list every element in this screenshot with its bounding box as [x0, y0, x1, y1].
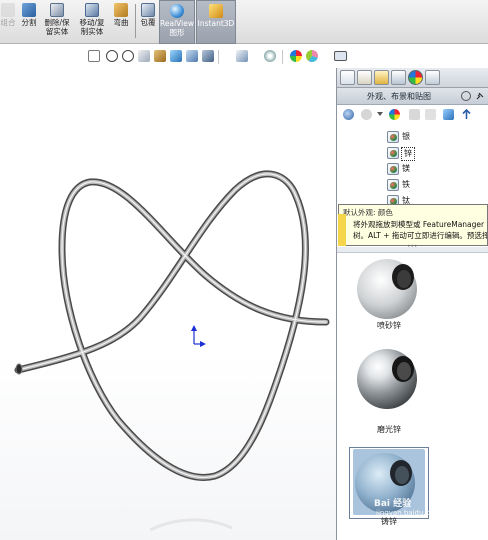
graphics-area[interactable]: [0, 68, 336, 540]
hide-show-icon[interactable]: [236, 50, 248, 62]
add-folder-icon[interactable]: [409, 109, 420, 120]
baidu-jingyan-watermark: Bai 经验 jingyan.baidu.com: [364, 496, 488, 522]
monitor-icon[interactable]: [334, 51, 347, 61]
tooltip-accent-bar: [338, 214, 346, 246]
split-button[interactable]: 分割: [18, 0, 40, 44]
move-copy-icon: [85, 3, 99, 17]
delete-keep-body-button[interactable]: 删除/保 留实体: [42, 0, 72, 44]
appearance-tree: 银 锌 镁 铁 钛: [337, 126, 488, 206]
appearance-folder-icon: [387, 163, 399, 175]
instant3d-label: Instant3D: [197, 19, 235, 28]
appearance-folder-icon: [387, 147, 399, 159]
realview-graphics-button[interactable]: RealView 图形: [159, 0, 195, 44]
apply-scene-icon[interactable]: [290, 50, 302, 62]
custom-properties-icon[interactable]: [425, 70, 440, 85]
previous-view-icon[interactable]: [138, 50, 150, 62]
split-icon: [22, 3, 36, 17]
flex-button[interactable]: 弯曲: [110, 0, 132, 44]
tooltip-header: 默认外观: 颜色: [343, 208, 393, 217]
library-icon[interactable]: [357, 70, 372, 85]
delete-keep-label-2: 留实体: [45, 27, 69, 36]
realview-label-1: RealView: [160, 19, 194, 28]
view-settings-icon[interactable]: [306, 50, 318, 62]
tree-item-label: 铁: [402, 180, 410, 189]
split-label: 分割: [21, 18, 37, 27]
dynamic-annotation-icon[interactable]: [170, 50, 182, 62]
sandblasted-zinc-preview: [353, 255, 425, 321]
move-copy-label-1: 移动/复: [79, 18, 105, 27]
tooltip-line-2: 树。ALT + 拖动可立即进行编辑。预选择: [353, 231, 488, 240]
flex-label: 弯曲: [113, 18, 129, 27]
home-icon[interactable]: [340, 70, 355, 85]
move-copy-body-button[interactable]: 移动/复 制实体: [76, 0, 108, 44]
pin-icon[interactable]: [475, 91, 485, 101]
swatch-sandblasted-zinc[interactable]: [350, 254, 428, 324]
axis-icon[interactable]: [88, 50, 100, 62]
swatch-label-polished-zinc: 磨光锌: [377, 425, 401, 434]
appearance-folder-icon[interactable]: [389, 109, 400, 120]
view-palette-icon[interactable]: [391, 70, 406, 85]
wrap-icon: [141, 3, 155, 17]
delete-keep-label-1: 删除/保: [44, 18, 70, 27]
watermark-url: jingyan.baidu.com: [376, 509, 441, 517]
edit-appearance-icon[interactable]: [264, 50, 276, 62]
display-style-icon[interactable]: [202, 50, 214, 62]
origin-triad: [191, 325, 206, 347]
task-pane-title: 外观、布景和贴图: [367, 92, 431, 101]
refresh-icon[interactable]: [443, 109, 454, 120]
delete-body-icon: [50, 3, 64, 17]
floor-reflection: [149, 518, 233, 532]
swept-tube-model[interactable]: [0, 68, 336, 540]
task-pane-nav-bar: [337, 105, 488, 125]
wrap-label: 包覆: [140, 18, 156, 27]
flex-icon: [114, 3, 128, 17]
toolbar-separator: [218, 50, 219, 64]
instant3d-icon: [209, 4, 223, 18]
swatch-polished-zinc[interactable]: [350, 344, 428, 414]
zoom-fit-icon[interactable]: [106, 50, 118, 62]
toolbar-separator: [282, 50, 283, 64]
polished-zinc-preview: [353, 345, 425, 411]
appearance-folder-icon: [387, 179, 399, 191]
watermark-text: Bai 经验: [374, 499, 412, 509]
dropdown-arrow-icon[interactable]: [377, 112, 383, 118]
tooltip-line-1: 将外观拖放到模型或 FeatureManager: [353, 220, 485, 229]
section-view-icon[interactable]: [154, 50, 166, 62]
folder-icon[interactable]: [425, 109, 436, 120]
up-arrow-icon[interactable]: [461, 108, 472, 120]
tree-item-label: 锌: [401, 147, 415, 161]
appearance-tooltip: 默认外观: 颜色 将外观拖放到模型或 FeatureManager 树。ALT …: [338, 204, 488, 246]
task-pane-tabs: [337, 68, 488, 88]
tube-open-end: [15, 363, 23, 375]
back-icon[interactable]: [343, 109, 354, 120]
wrap-button[interactable]: 包覆: [138, 0, 158, 44]
tube-path-outline: [14, 170, 330, 481]
pane-splitter[interactable]: [337, 243, 488, 253]
combine-icon: [1, 3, 15, 17]
combine-button[interactable]: 组合: [0, 0, 16, 44]
forward-icon[interactable]: [361, 109, 372, 120]
ribbon-separator: [135, 4, 136, 38]
task-pane-title-bar: 外观、布景和贴图: [337, 88, 488, 105]
move-copy-label-2: 制实体: [80, 27, 104, 36]
appearance-folder-icon: [387, 131, 399, 143]
realview-label-2: 图形: [169, 28, 185, 37]
view-orientation-icon[interactable]: [186, 50, 198, 62]
tree-item-label: 镁: [402, 164, 410, 173]
swatch-label-sandblasted-zinc: 喷砂锌: [377, 321, 401, 330]
instant3d-button[interactable]: Instant3D: [196, 0, 236, 44]
combine-label: 组合: [0, 18, 16, 27]
tree-item-label: 银: [402, 132, 410, 141]
realview-icon: [170, 4, 184, 18]
file-explorer-icon[interactable]: [374, 70, 389, 85]
command-ribbon: 组合 分割 删除/保 留实体 移动/复 制实体 弯曲 包覆 RealView 图形 I…: [0, 0, 488, 44]
appearances-icon[interactable]: [408, 70, 423, 85]
gear-icon[interactable]: [461, 91, 471, 101]
zoom-area-icon[interactable]: [122, 50, 134, 62]
